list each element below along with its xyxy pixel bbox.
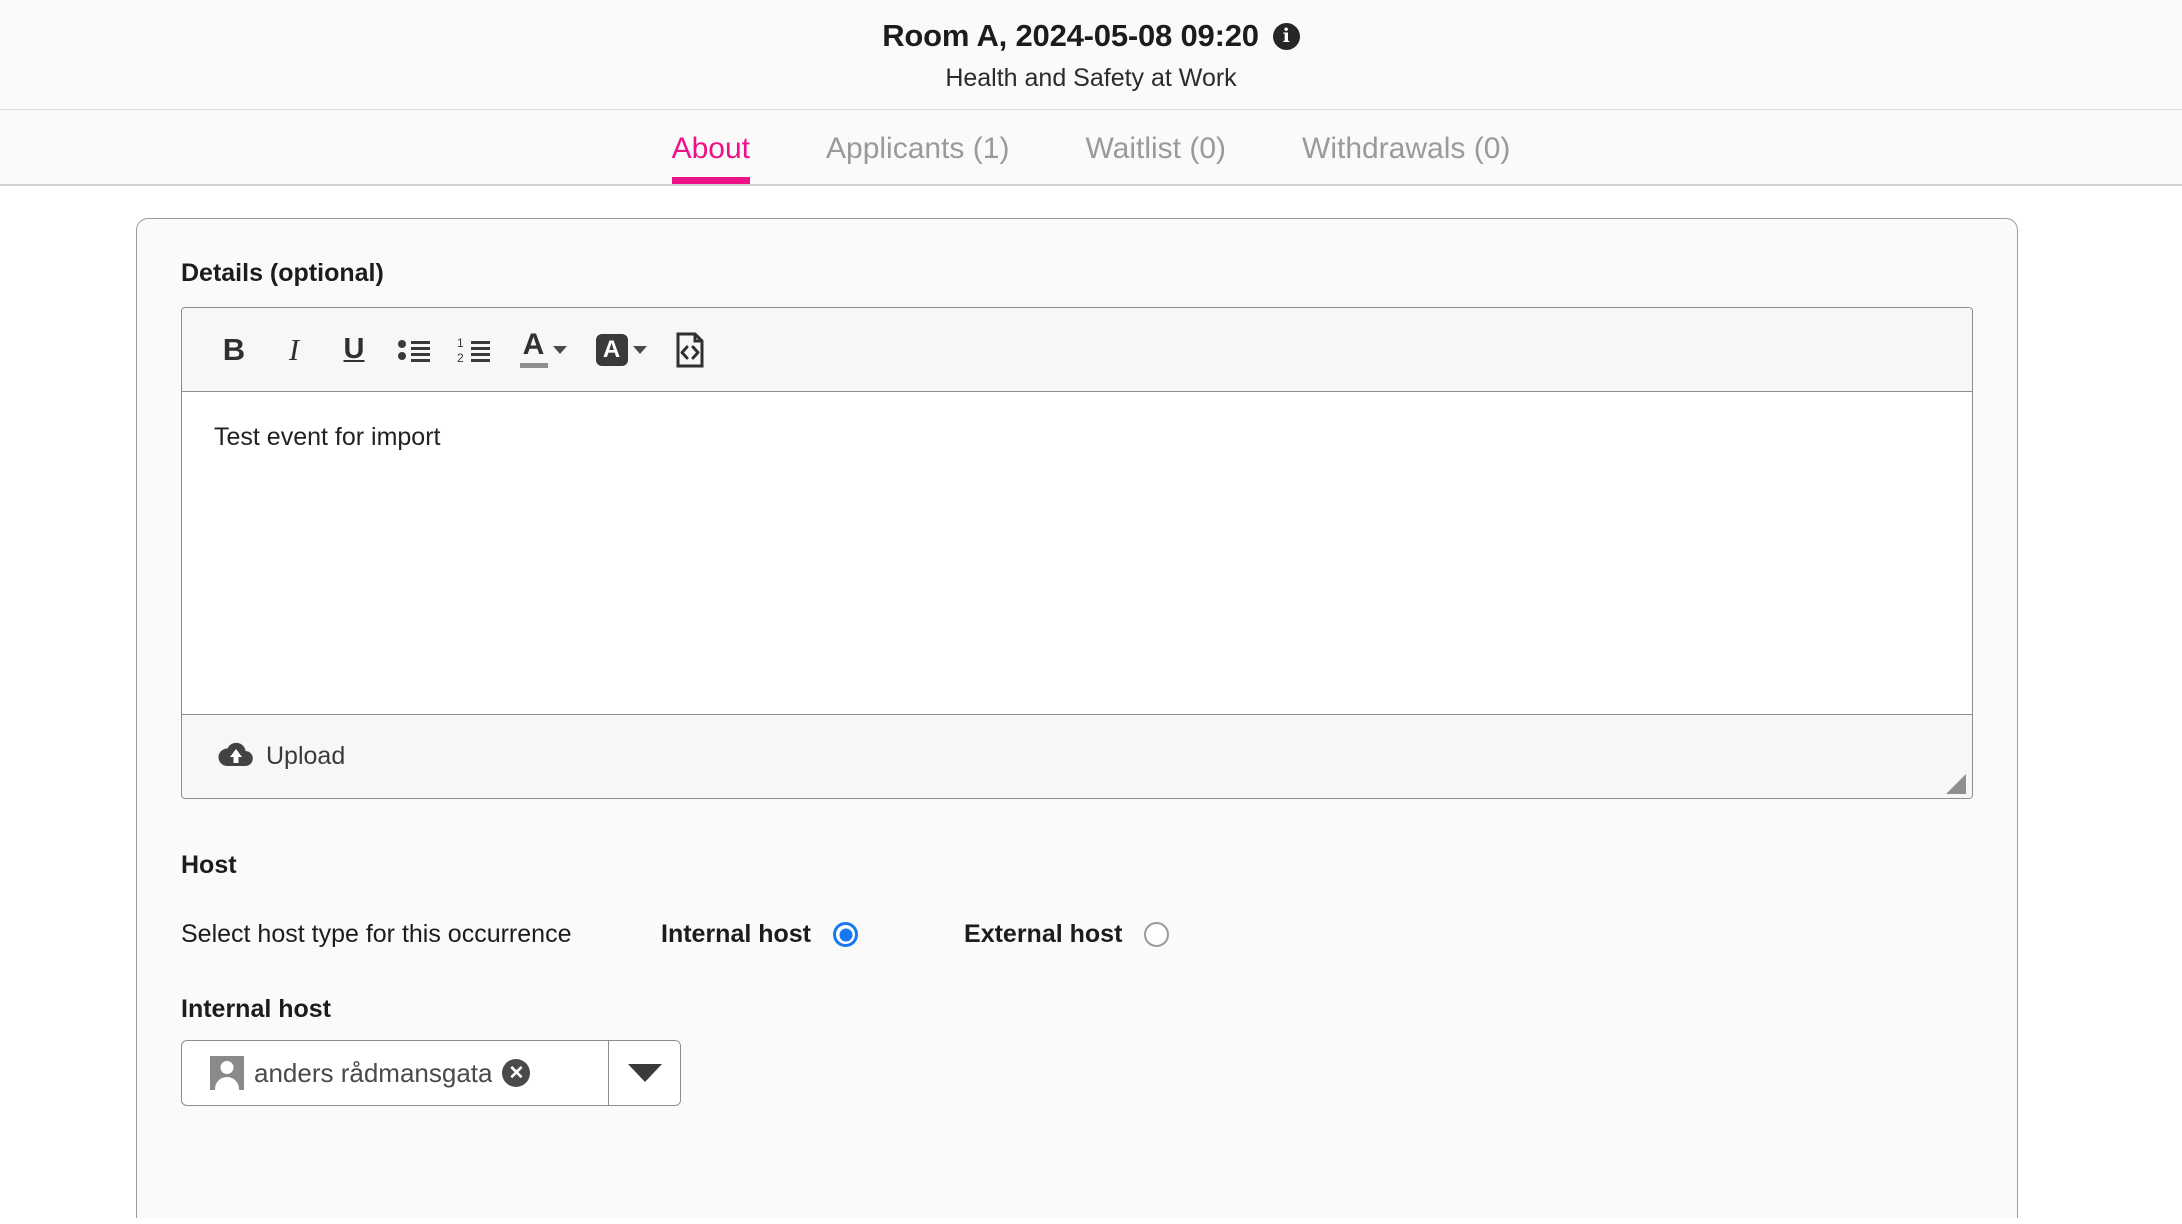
page-body: Details (optional) B I U 1 2 A A Test ev… [0, 186, 2182, 1224]
details-label: Details (optional) [181, 259, 384, 287]
tab-applicants[interactable]: Applicants (1) [788, 124, 1047, 184]
tab-about[interactable]: About [634, 124, 788, 184]
host-type-hint: Select host type for this occurrence [181, 920, 572, 948]
radio-internal-host[interactable]: Internal host [661, 920, 859, 949]
host-type-row: Select host type for this occurrence Int… [181, 920, 1973, 949]
chevron-down-icon[interactable] [552, 345, 567, 354]
tab-withdrawals[interactable]: Withdrawals (0) [1264, 124, 1548, 184]
details-textarea[interactable]: Test event for import [182, 392, 1972, 714]
bold-glyph: B [222, 332, 246, 367]
header-title-row: Room A, 2024-05-08 09:20 i [0, 18, 2182, 54]
resize-grip[interactable] [1946, 774, 1966, 794]
radio-external-host[interactable]: External host [964, 920, 1170, 949]
text-color-swatch: A [519, 328, 548, 368]
radio-external-host-label: External host [964, 920, 1123, 948]
text-color-icon[interactable]: A [506, 322, 580, 378]
editor-toolbar: B I U 1 2 A A [182, 308, 1972, 392]
page-header: Room A, 2024-05-08 09:20 i Health and Sa… [0, 0, 2182, 110]
chevron-down-icon[interactable] [632, 345, 647, 354]
radio-external-host-dot[interactable] [1144, 922, 1170, 947]
page-subtitle: Health and Safety at Work [945, 64, 1237, 92]
numbered-list-icon[interactable]: 1 2 [446, 322, 502, 378]
upload-button[interactable]: Upload [212, 737, 351, 776]
about-form-card: Details (optional) B I U 1 2 A A Test ev… [136, 218, 2018, 1218]
host-type-radio-group: Internal host External host [661, 920, 1170, 949]
text-color-bar [519, 362, 548, 368]
source-code-icon[interactable] [662, 322, 718, 378]
internal-host-dropdown-toggle[interactable] [608, 1041, 680, 1105]
underline-glyph: U [343, 333, 365, 365]
page-title: Room A, 2024-05-08 09:20 [882, 18, 1259, 53]
highlight-color-swatch: A [595, 333, 628, 366]
bullet-list-icon[interactable] [386, 322, 442, 378]
editor-footer: Upload [182, 714, 1972, 798]
underline-icon[interactable]: U [326, 322, 382, 378]
radio-internal-host-dot[interactable] [833, 922, 859, 947]
internal-host-selected-value[interactable]: anders rådmansgata ✕ [182, 1041, 608, 1105]
tab-waitlist[interactable]: Waitlist (0) [1047, 124, 1264, 184]
italic-icon[interactable]: I [266, 322, 322, 378]
svg-text:1: 1 [457, 336, 464, 350]
bold-icon[interactable]: B [206, 322, 262, 378]
info-icon[interactable]: i [1272, 22, 1300, 50]
user-avatar-icon [210, 1056, 244, 1090]
highlight-color-icon[interactable]: A [584, 322, 658, 378]
italic-glyph: I [288, 332, 300, 367]
text-color-letter: A [522, 328, 545, 362]
tab-bar: About Applicants (1) Waitlist (0) Withdr… [0, 110, 2182, 186]
internal-host-select[interactable]: anders rådmansgata ✕ [181, 1040, 681, 1106]
svg-text:2: 2 [457, 351, 464, 365]
rich-text-editor: B I U 1 2 A A Test event for import Uplo… [181, 307, 1973, 799]
host-section-title: Host [181, 851, 237, 879]
clear-selection-icon[interactable]: ✕ [502, 1059, 531, 1087]
internal-host-name: anders rådmansgata [254, 1057, 493, 1088]
internal-host-label: Internal host [181, 995, 332, 1023]
cloud-upload-icon [218, 741, 254, 772]
upload-label: Upload [266, 742, 346, 770]
radio-internal-host-label: Internal host [661, 920, 812, 948]
chevron-down-icon [627, 1064, 662, 1082]
